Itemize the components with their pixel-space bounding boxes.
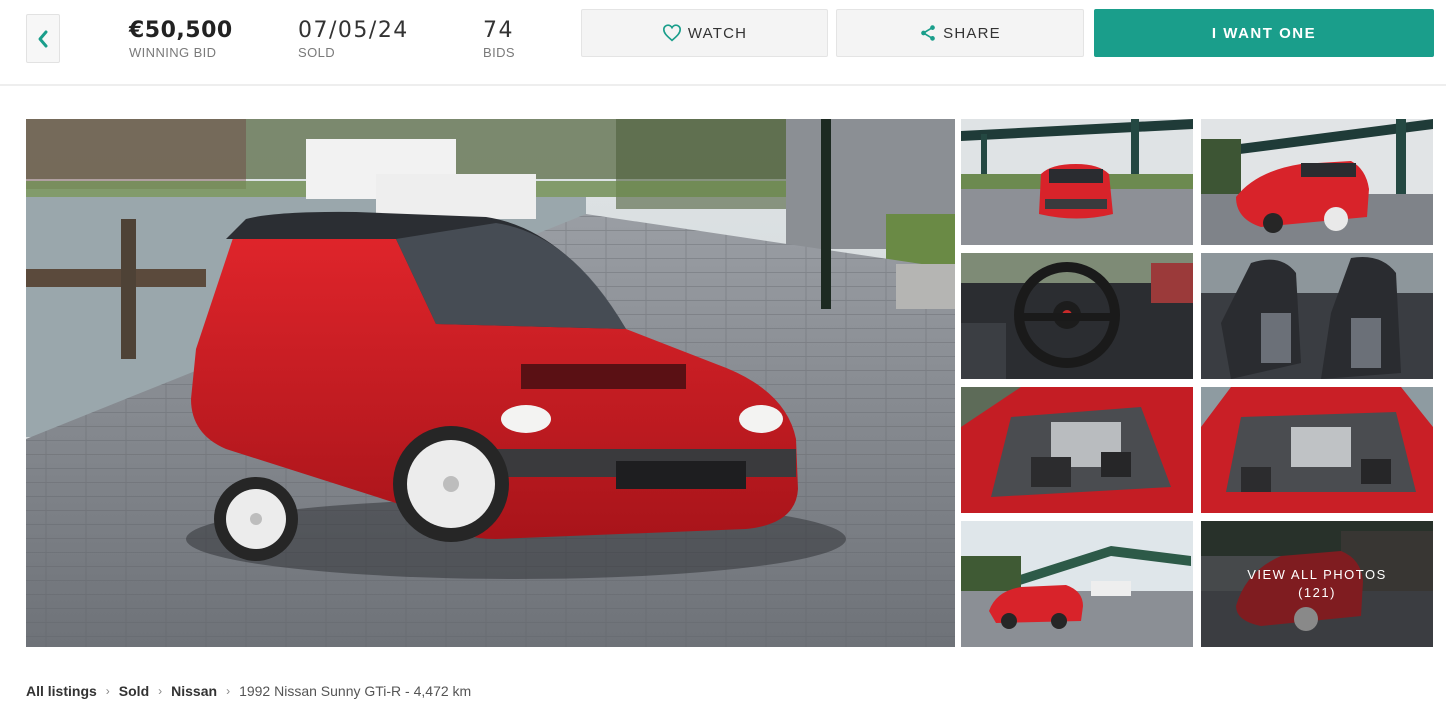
thumbnail-photo[interactable]	[961, 253, 1193, 379]
breadcrumb-all-listings[interactable]: All listings	[26, 683, 97, 699]
bids-stat: 74 BIDS	[483, 18, 515, 61]
chevron-right-icon: ›	[226, 684, 231, 698]
view-all-photos-count: (121)	[1298, 585, 1336, 600]
heart-icon	[662, 24, 681, 42]
breadcrumb-sold[interactable]: Sold	[119, 683, 149, 699]
view-all-photos-overlay[interactable]: VIEW ALL PHOTOS (121)	[1201, 521, 1433, 647]
bids-label: BIDS	[483, 45, 515, 60]
breadcrumb-current-listing: 1992 Nissan Sunny GTi-R - 4,472 km	[239, 683, 472, 699]
winning-bid-label: WINNING BID	[129, 45, 217, 60]
thumbnail-photo[interactable]	[961, 119, 1193, 245]
watch-label: WATCH	[687, 24, 748, 42]
i-want-one-button[interactable]: I WANT ONE	[1094, 9, 1434, 57]
sold-date-value: 07/05/24	[298, 18, 409, 43]
view-all-photos-label: VIEW ALL PHOTOS	[1247, 567, 1387, 582]
sold-date-stat: 07/05/24 SOLD	[298, 18, 409, 61]
chevron-right-icon: ›	[158, 684, 163, 698]
chevron-left-icon	[38, 30, 48, 47]
share-button[interactable]: SHARE	[836, 9, 1084, 57]
thumbnail-photo[interactable]	[1201, 387, 1433, 513]
back-button[interactable]	[26, 14, 60, 63]
thumbnail-photo[interactable]	[1201, 253, 1433, 379]
view-all-photos-tile[interactable]: VIEW ALL PHOTOS (121)	[1201, 521, 1433, 647]
share-icon	[921, 25, 935, 41]
thumbnail-photo[interactable]	[1201, 119, 1433, 245]
thumbnail-photo[interactable]	[961, 521, 1193, 647]
main-photo[interactable]	[26, 119, 955, 647]
chevron-right-icon: ›	[105, 684, 110, 698]
thumbnail-photo[interactable]	[961, 387, 1193, 513]
share-label: SHARE	[943, 24, 1001, 42]
listing-header: €50,500 WINNING BID 07/05/24 SOLD 74 BID…	[0, 0, 1446, 86]
breadcrumb: All listings › Sold › Nissan › 1992 Niss…	[26, 683, 471, 699]
photo-gallery: VIEW ALL PHOTOS (121)	[26, 119, 1434, 647]
winning-bid-value: €50,500	[129, 18, 233, 43]
winning-bid-stat: €50,500 WINNING BID	[129, 18, 233, 61]
sold-date-label: SOLD	[298, 45, 336, 60]
breadcrumb-nissan[interactable]: Nissan	[171, 683, 217, 699]
i-want-one-label: I WANT ONE	[1211, 24, 1317, 42]
bids-value: 74	[483, 18, 514, 43]
watch-button[interactable]: WATCH	[581, 9, 828, 57]
